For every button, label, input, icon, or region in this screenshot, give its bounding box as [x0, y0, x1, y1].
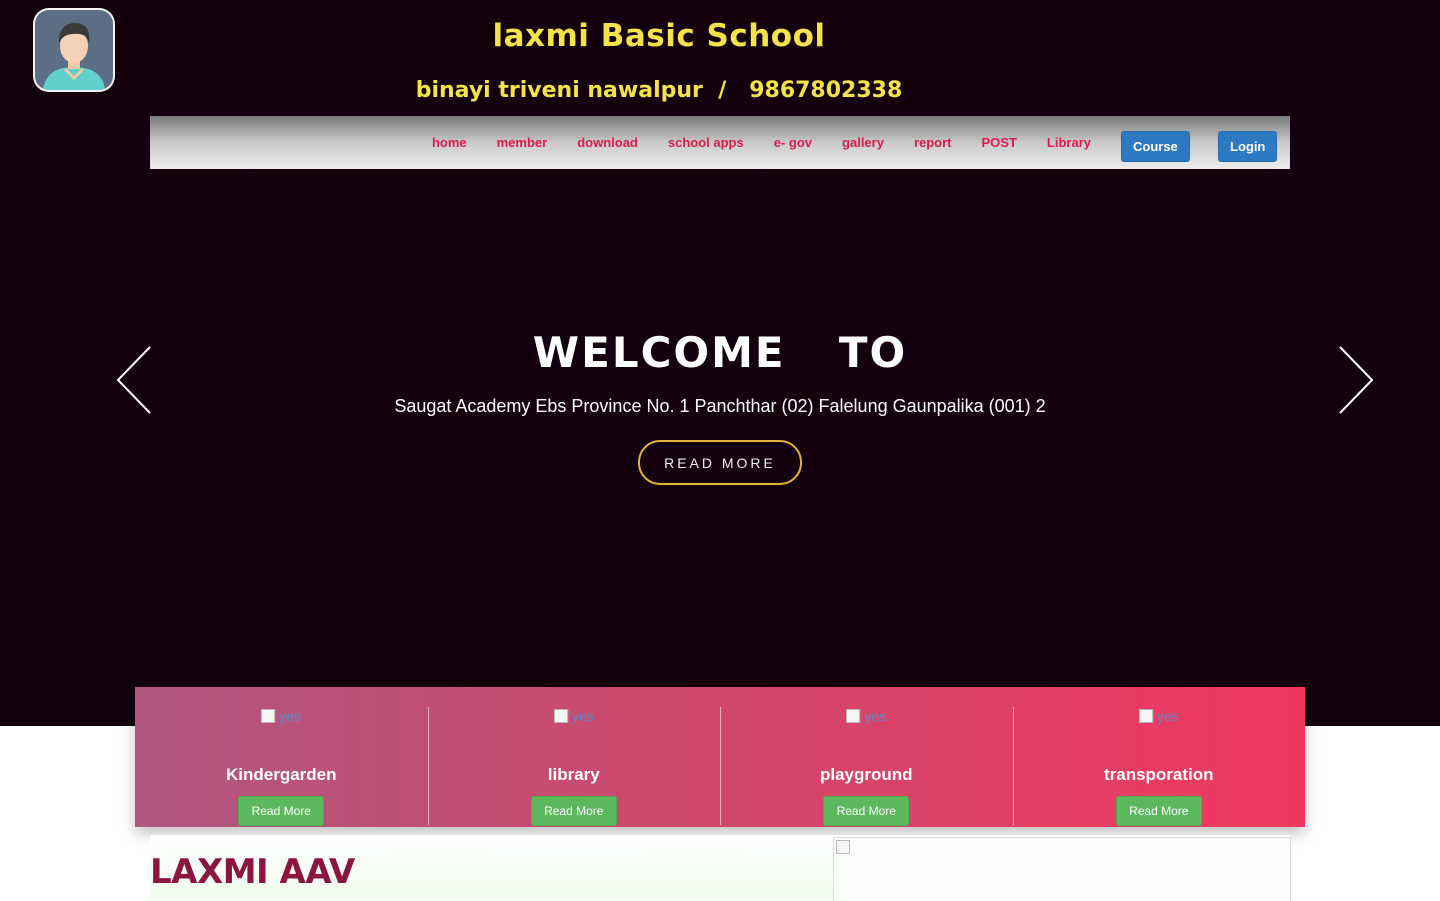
broken-image-icon — [1138, 709, 1153, 723]
nav-school-apps[interactable]: school apps — [668, 135, 744, 150]
login-button[interactable]: Login — [1218, 131, 1278, 162]
feature-card: yes playground Read More — [720, 687, 1013, 827]
feature-image-alt: yes — [571, 708, 594, 724]
nav-home[interactable]: home — [432, 135, 467, 150]
feature-title: playground — [819, 765, 913, 784]
hero-heading: WELCOME TO — [532, 328, 908, 377]
broken-image-icon — [553, 709, 568, 723]
broken-image-icon — [846, 709, 861, 723]
nav-report[interactable]: report — [914, 135, 952, 150]
site-title: laxmi Basic School — [492, 18, 826, 54]
feature-title: Kindergarden — [225, 765, 337, 784]
site-subtitle: binayi triveni nawalpur / 9867802338 — [415, 78, 903, 103]
about-image — [833, 837, 1291, 901]
hero-read-more-button[interactable]: READ MORE — [638, 440, 802, 485]
feature-read-more-button[interactable]: Read More — [530, 796, 617, 826]
feature-image-alt: yes — [279, 708, 302, 724]
feature-image: yes — [553, 708, 594, 724]
nav-links: home member download school apps e- gov … — [432, 116, 1091, 169]
course-button[interactable]: Course — [1121, 131, 1190, 162]
hero-description: Saugat Academy Ebs Province No. 1 Pancht… — [394, 396, 1046, 416]
nav-e-gov[interactable]: e- gov — [774, 135, 812, 150]
feature-image-alt: yes — [864, 708, 887, 724]
feature-card: yes transporation Read More — [1012, 687, 1306, 827]
feature-image: yes — [1138, 708, 1179, 724]
nav-post[interactable]: POST — [982, 135, 1017, 150]
nav-library[interactable]: Library — [1047, 135, 1091, 150]
feature-read-more-button[interactable]: Read More — [238, 796, 325, 826]
feature-read-more-button[interactable]: Read More — [823, 796, 910, 826]
nav-download[interactable]: download — [577, 135, 638, 150]
feature-image-alt: yes — [1156, 708, 1179, 724]
nav-member[interactable]: member — [497, 135, 548, 150]
feature-read-more-button[interactable]: Read More — [1115, 796, 1202, 826]
feature-image: yes — [846, 708, 886, 724]
feature-title: transporation — [1103, 765, 1214, 784]
feature-title: library — [547, 765, 600, 784]
feature-card: yes Kindergarden Read More — [135, 687, 428, 827]
broken-image-icon — [261, 709, 276, 723]
main-navbar: home member download school apps e- gov … — [150, 116, 1290, 169]
about-heading: LAXMI AAV — [150, 852, 355, 892]
features-strip: yes Kindergarden Read More yes library R… — [135, 687, 1305, 827]
nav-gallery[interactable]: gallery — [842, 135, 884, 150]
broken-image-icon — [836, 840, 850, 854]
feature-card: yes library Read More — [427, 687, 721, 827]
feature-image: yes — [261, 708, 301, 724]
